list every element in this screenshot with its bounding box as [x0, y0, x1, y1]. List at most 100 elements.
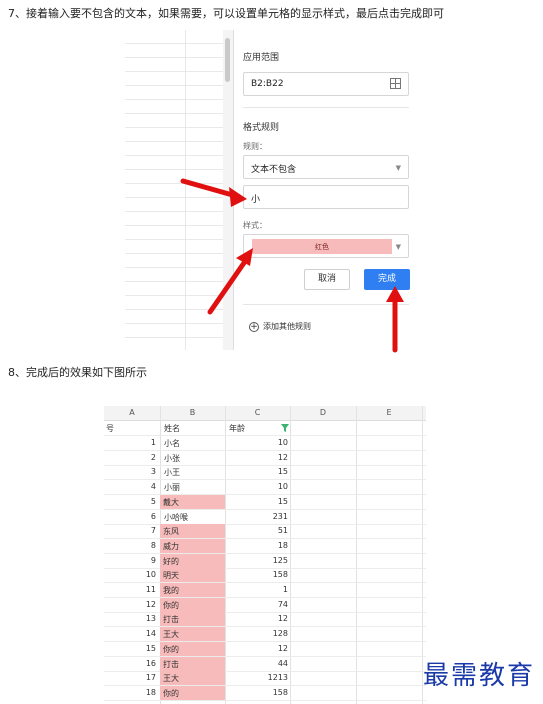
cell-a[interactable]: 1	[104, 438, 156, 447]
header-cell-b[interactable]: 姓名	[164, 423, 180, 434]
cell-a[interactable]: 12	[104, 600, 156, 609]
cell-b[interactable]: 小哈喉	[161, 510, 226, 524]
cell-b-highlighted[interactable]: 王大	[160, 671, 225, 686]
cell-a[interactable]: 18	[104, 688, 156, 697]
cell-c[interactable]: 44	[226, 659, 288, 668]
cell-a[interactable]: 2	[104, 453, 156, 462]
grid-icon[interactable]	[390, 78, 401, 89]
column-header-d[interactable]: D	[290, 408, 356, 417]
cell-a[interactable]: 3	[104, 467, 156, 476]
style-swatch: 红色	[252, 239, 392, 254]
cell-c[interactable]: 1	[226, 585, 288, 594]
cell-b-text: 小丽	[164, 483, 180, 493]
rule-select[interactable]: 文本不包含 ▼	[243, 155, 409, 179]
cell-b-highlighted[interactable]: 你的	[160, 685, 225, 700]
cell-c[interactable]: 12	[226, 614, 288, 623]
cell-b-highlighted[interactable]: 你的	[160, 597, 225, 612]
screenshot-format-panel: 应用范围 B2:B22 格式规则 规则： 文本不包含 ▼ 小 样式： 红色 ▼ …	[125, 30, 425, 350]
cell-a[interactable]: 13	[104, 614, 156, 623]
watermark-logo: 最需教育	[423, 661, 536, 691]
cell-c[interactable]: 15	[226, 467, 288, 476]
rule-text-input[interactable]: 小	[243, 185, 409, 209]
cell-b-text: 打击	[163, 659, 179, 669]
cell-b[interactable]: 小丽	[161, 480, 226, 494]
result-spreadsheet: A B C D E 号 姓名 年龄 1 小名 10 2 小张 12 3 小王 15 4 小丽 10 5 戴…	[104, 406, 426, 704]
cell-a[interactable]: 11	[104, 585, 156, 594]
cell-c[interactable]: 10	[226, 438, 288, 447]
cell-b[interactable]: 小王	[161, 465, 226, 479]
cell-c[interactable]: 128	[226, 629, 288, 638]
table-row: 5 戴大 15	[104, 494, 426, 510]
filter-icon[interactable]	[281, 424, 289, 432]
header-cell-c[interactable]: 年龄	[229, 423, 245, 434]
table-row: 3 小王 15	[104, 465, 426, 481]
cell-c[interactable]: 10	[226, 482, 288, 491]
cell-b-text: 你的	[163, 600, 179, 610]
section-divider	[243, 304, 409, 305]
cell-a[interactable]: 16	[104, 659, 156, 668]
cell-b-highlighted[interactable]: 威力	[160, 538, 225, 553]
table-row: 6 小哈喉 231	[104, 510, 426, 525]
cell-b-highlighted[interactable]: 戴大	[160, 494, 225, 509]
range-input[interactable]: B2:B22	[243, 72, 409, 96]
cell-a[interactable]: 9	[104, 556, 156, 565]
cell-b-highlighted[interactable]: 打击	[160, 612, 225, 627]
header-cell-a[interactable]: 号	[106, 423, 114, 434]
range-value: B2:B22	[251, 79, 284, 89]
cell-a[interactable]: 7	[104, 526, 156, 535]
cell-c[interactable]: 125	[226, 556, 288, 565]
cell-c[interactable]: 12	[226, 644, 288, 653]
cell-c[interactable]: 231	[226, 512, 288, 521]
cell-b-text: 小张	[164, 453, 180, 463]
column-header-a[interactable]: A	[104, 408, 160, 417]
cell-b[interactable]: 小名	[161, 436, 226, 450]
rule-sub-label: 规则：	[243, 142, 267, 151]
style-select[interactable]: 红色 ▼	[243, 234, 409, 258]
cell-b-highlighted[interactable]: 好的	[160, 553, 225, 568]
cell-b-text: 小王	[164, 468, 180, 478]
column-header-b[interactable]: B	[160, 408, 225, 417]
done-button[interactable]: 完成	[364, 269, 410, 290]
cell-c[interactable]: 158	[226, 570, 288, 579]
cell-a[interactable]: 15	[104, 644, 156, 653]
cell-b-text: 打击	[163, 615, 179, 625]
chevron-down-icon: ▼	[395, 164, 401, 172]
cell-b-text: 东风	[163, 527, 179, 537]
column-header-e[interactable]: E	[356, 408, 422, 417]
cell-b-highlighted[interactable]: 王大	[160, 627, 225, 642]
cell-b-highlighted[interactable]: 打击	[160, 656, 225, 671]
cell-a[interactable]: 14	[104, 629, 156, 638]
cell-b-text: 你的	[163, 644, 179, 654]
cell-a[interactable]: 8	[104, 541, 156, 550]
cell-c[interactable]: 51	[226, 526, 288, 535]
cell-a[interactable]: 5	[104, 497, 156, 506]
cancel-button[interactable]: 取消	[304, 269, 350, 290]
table-row: 13 打击 12	[104, 612, 426, 628]
step8-instruction: 8、完成后的效果如下图所示	[8, 366, 147, 379]
cell-b-text: 我的	[163, 586, 179, 595]
cell-b[interactable]: 小张	[161, 451, 226, 465]
cell-c[interactable]: 12	[226, 453, 288, 462]
add-rule-button[interactable]: + 添加其他规则	[249, 321, 311, 332]
scrollbar-thumb[interactable]	[225, 38, 230, 82]
table-row: 17 王大 1213	[104, 671, 426, 687]
cell-a[interactable]: 4	[104, 482, 156, 491]
cell-b-highlighted[interactable]: 你的	[160, 641, 225, 656]
table-row: 7 东风 51	[104, 524, 426, 540]
table-row: 16 打击 44	[104, 656, 426, 672]
cell-b-highlighted[interactable]: 东风	[160, 524, 225, 539]
cell-c[interactable]: 18	[226, 541, 288, 550]
table-row: 10 明天 158	[104, 568, 426, 584]
column-header-c[interactable]: C	[225, 408, 290, 417]
cell-a[interactable]: 17	[104, 673, 156, 682]
cell-c[interactable]: 158	[226, 688, 288, 697]
section-divider	[243, 107, 409, 108]
cell-c[interactable]: 74	[226, 600, 288, 609]
cell-c[interactable]: 15	[226, 497, 288, 506]
cell-b-highlighted[interactable]: 我的	[160, 583, 225, 597]
cell-a[interactable]: 10	[104, 570, 156, 579]
cell-a[interactable]: 6	[104, 512, 156, 521]
cell-c[interactable]: 1213	[226, 673, 288, 682]
sheet-grid-background	[125, 30, 223, 350]
cell-b-highlighted[interactable]: 明天	[160, 568, 225, 583]
